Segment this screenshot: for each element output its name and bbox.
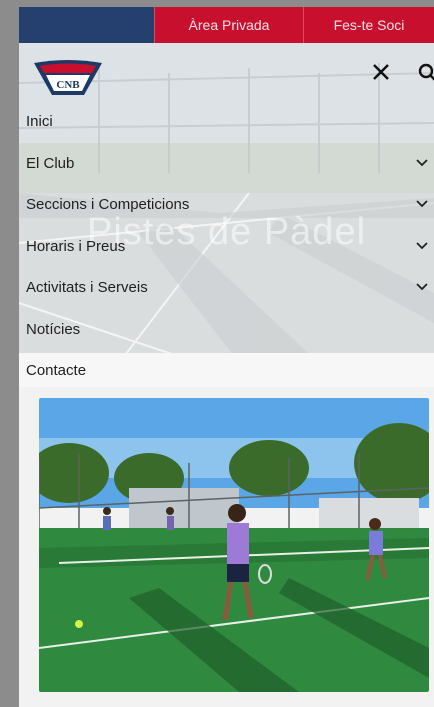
padel-photo: [39, 398, 429, 692]
logo-text: CNB: [56, 79, 80, 91]
chevron-down-icon[interactable]: [416, 158, 428, 167]
search-icon[interactable]: [418, 63, 434, 83]
hero-banner: Pistes de Pàdel CNB Inici El Club Seccio…: [19, 43, 434, 363]
menu-item-contacte[interactable]: Contacte: [19, 353, 434, 387]
menu-item-label: Seccions i Competicions: [26, 196, 190, 214]
menu-item-inici[interactable]: Inici: [19, 101, 434, 143]
top-bar-spacer: [19, 7, 154, 43]
menu-item-noticies[interactable]: Notícies: [19, 309, 434, 351]
menu-item-horaris[interactable]: Horaris i Preus: [19, 226, 434, 268]
close-icon[interactable]: [372, 63, 390, 81]
menu-item-activitats[interactable]: Activitats i Serveis: [19, 267, 434, 309]
mobile-page: Àrea Privada Fes-te Soci Pistes de Pàdel…: [19, 7, 434, 707]
club-logo[interactable]: CNB: [32, 59, 104, 99]
chevron-down-icon[interactable]: [416, 283, 428, 291]
menu-item-label: El Club: [26, 154, 75, 172]
fes-te-soci-button[interactable]: Fes-te Soci: [303, 7, 434, 43]
chevron-down-icon[interactable]: [416, 200, 428, 208]
top-bar: Àrea Privada Fes-te Soci: [19, 7, 434, 43]
menu-item-label: Notícies: [26, 320, 81, 338]
menu-item-label: Activitats i Serveis: [26, 279, 148, 297]
chevron-down-icon[interactable]: [416, 241, 428, 250]
menu-item-label: Inici: [26, 113, 53, 131]
menu-item-el-club[interactable]: El Club: [19, 143, 434, 185]
menu-item-seccions[interactable]: Seccions i Competicions: [19, 184, 434, 226]
menu-item-label: Contacte: [26, 361, 87, 379]
menu-item-label: Horaris i Preus: [26, 237, 126, 255]
main-menu: Inici El Club Seccions i Competicions Ho…: [19, 101, 434, 350]
area-privada-button[interactable]: Àrea Privada: [154, 7, 303, 43]
